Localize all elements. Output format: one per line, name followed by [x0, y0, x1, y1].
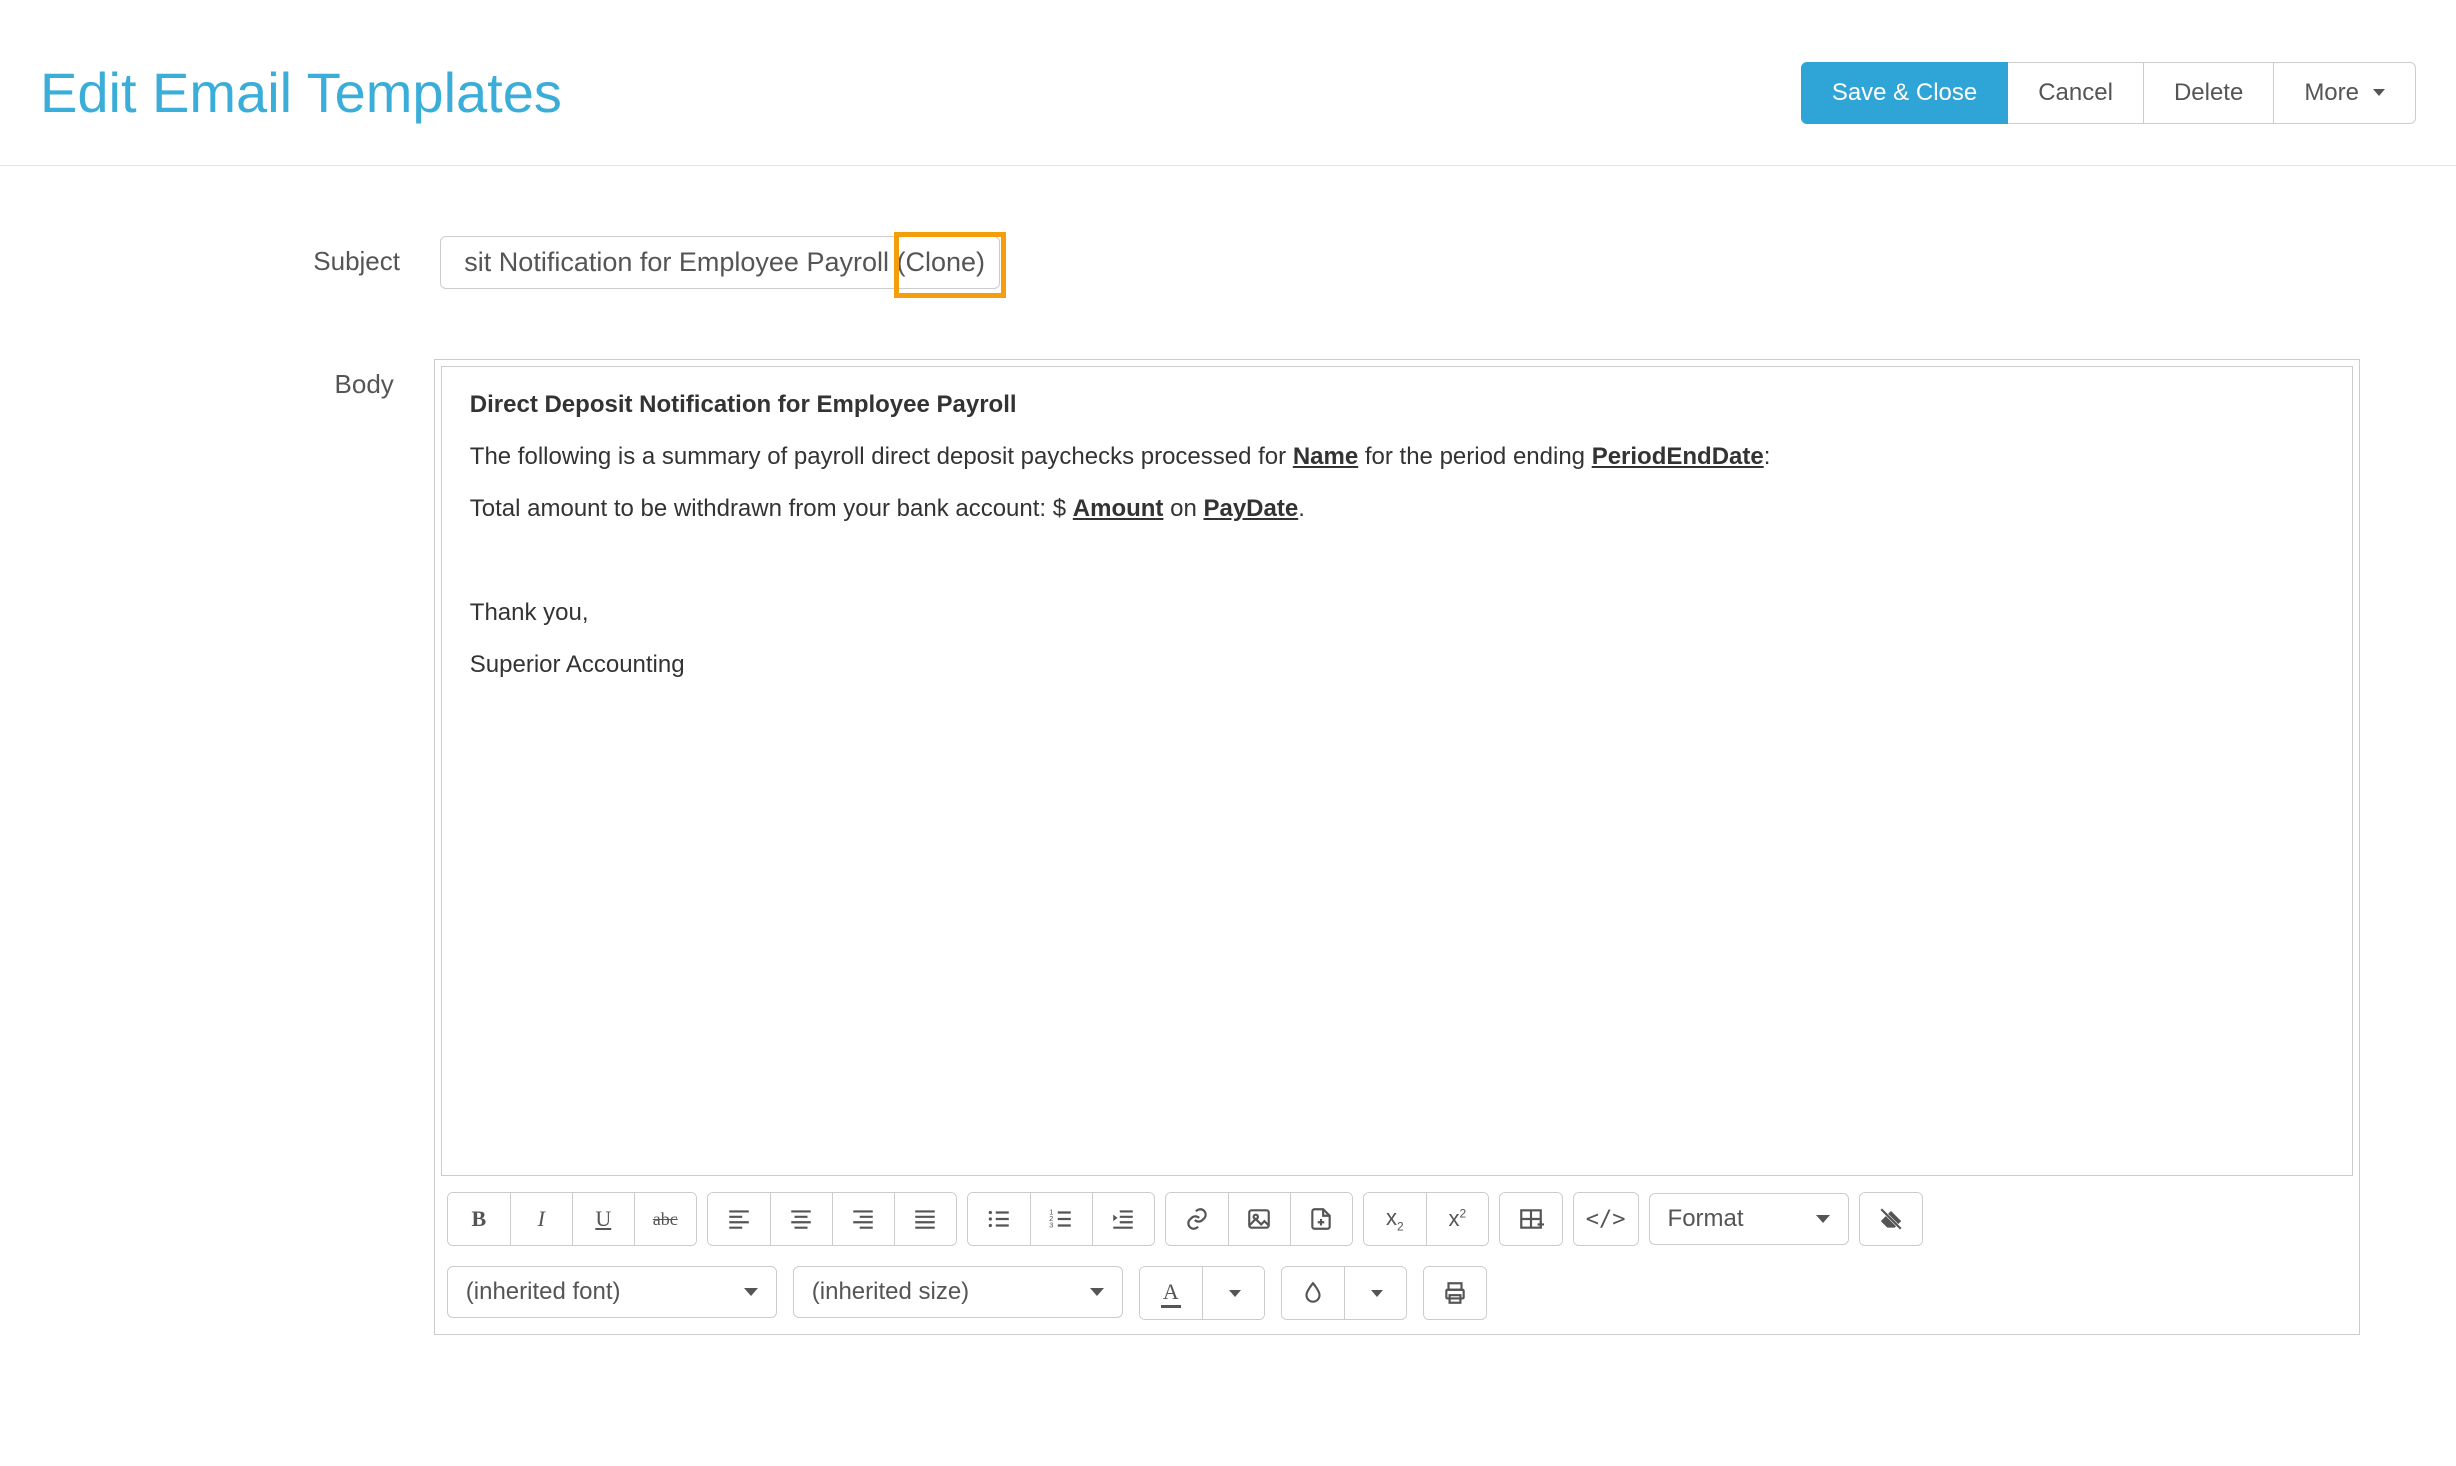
font-family-label: (inherited font)	[466, 1278, 621, 1306]
save-close-button[interactable]: Save & Close	[1801, 62, 2008, 124]
body-line2c: .	[1298, 495, 1305, 522]
cancel-button[interactable]: Cancel	[2008, 62, 2144, 124]
bullet-list-button[interactable]	[968, 1193, 1030, 1245]
body-row: Body Direct Deposit Notification for Emp…	[40, 359, 2360, 1335]
drop-icon	[1300, 1280, 1326, 1306]
align-justify-icon	[912, 1206, 938, 1232]
caret-down-icon	[1090, 1288, 1104, 1296]
token-paydate: PayDate	[1203, 495, 1298, 522]
caret-down-icon	[744, 1288, 758, 1296]
font-color-menu-button[interactable]	[1202, 1267, 1264, 1319]
align-justify-button[interactable]	[894, 1193, 956, 1245]
editor-content[interactable]: Direct Deposit Notification for Employee…	[441, 366, 2353, 1176]
font-color-button[interactable]: A	[1140, 1267, 1202, 1319]
format-select-label: Format	[1668, 1205, 1744, 1233]
print-icon	[1442, 1280, 1468, 1306]
align-left-button[interactable]	[708, 1193, 770, 1245]
script-group: x2 x2	[1363, 1192, 1489, 1246]
body-label: Body	[40, 359, 434, 400]
body-signature: Superior Accounting	[470, 651, 2324, 679]
caret-down-icon	[2373, 89, 2385, 96]
file-button[interactable]	[1290, 1193, 1352, 1245]
token-period-end-date: PeriodEndDate	[1592, 443, 1764, 470]
number-list-icon: 123	[1048, 1206, 1074, 1232]
header-action-group: Save & Close Cancel Delete More	[1801, 62, 2416, 124]
token-amount: Amount	[1073, 495, 1164, 522]
page-title: Edit Email Templates	[40, 60, 562, 125]
align-group	[707, 1192, 957, 1246]
svg-text:3: 3	[1049, 1221, 1053, 1230]
file-icon	[1308, 1206, 1334, 1232]
image-button[interactable]	[1228, 1193, 1290, 1245]
editor-toolbar: B I U abc	[435, 1182, 2359, 1334]
format-select[interactable]: Format	[1649, 1193, 1849, 1245]
align-center-icon	[788, 1206, 814, 1232]
image-icon	[1246, 1206, 1272, 1232]
page-header: Edit Email Templates Save & Close Cancel…	[0, 0, 2456, 166]
list-group: 123	[967, 1192, 1155, 1246]
subscript-button[interactable]: x2	[1364, 1193, 1426, 1245]
text-style-group: B I U abc	[447, 1192, 697, 1246]
font-color-group: A	[1139, 1266, 1265, 1320]
bullet-list-icon	[986, 1206, 1012, 1232]
print-group	[1423, 1266, 1487, 1320]
highlight-color-menu-button[interactable]	[1344, 1267, 1406, 1319]
subject-label: Subject	[40, 236, 440, 277]
indent-icon	[1110, 1206, 1136, 1232]
table-group	[1499, 1192, 1563, 1246]
italic-button[interactable]: I	[510, 1193, 572, 1245]
subject-input-wrap	[440, 236, 1000, 289]
align-right-button[interactable]	[832, 1193, 894, 1245]
table-icon	[1518, 1206, 1544, 1232]
highlight-color-group	[1281, 1266, 1407, 1320]
token-name: Name	[1293, 443, 1358, 470]
link-button[interactable]	[1166, 1193, 1228, 1245]
body-line1c: :	[1764, 443, 1771, 470]
caret-down-icon	[1816, 1215, 1830, 1223]
code-view-button[interactable]: </>	[1574, 1193, 1638, 1245]
body-thanks: Thank you,	[470, 599, 2324, 627]
link-icon	[1184, 1206, 1210, 1232]
delete-button[interactable]: Delete	[2144, 62, 2274, 124]
strikethrough-button[interactable]: abc	[634, 1193, 696, 1245]
align-right-icon	[850, 1206, 876, 1232]
subject-row: Subject	[40, 236, 2360, 289]
underline-button[interactable]: U	[572, 1193, 634, 1245]
clear-group	[1859, 1192, 1923, 1246]
print-button[interactable]	[1424, 1267, 1486, 1319]
body-line1b: for the period ending	[1358, 443, 1592, 470]
more-button[interactable]: More	[2274, 62, 2416, 124]
subject-input[interactable]	[440, 236, 1000, 289]
font-size-label: (inherited size)	[812, 1278, 969, 1306]
code-group: </>	[1573, 1192, 1639, 1246]
superscript-button[interactable]: x2	[1426, 1193, 1488, 1245]
insert-group	[1165, 1192, 1353, 1246]
clear-formatting-button[interactable]	[1860, 1193, 1922, 1245]
indent-button[interactable]	[1092, 1193, 1154, 1245]
table-button[interactable]	[1500, 1193, 1562, 1245]
body-line1a: The following is a summary of payroll di…	[470, 443, 1293, 470]
align-center-button[interactable]	[770, 1193, 832, 1245]
body-heading: Direct Deposit Notification for Employee…	[470, 391, 1017, 418]
body-line2a: Total amount to be withdrawn from your b…	[470, 495, 1073, 522]
bold-button[interactable]: B	[448, 1193, 510, 1245]
align-left-icon	[726, 1206, 752, 1232]
font-size-select[interactable]: (inherited size)	[793, 1266, 1123, 1318]
form-area: Subject Body Direct Deposit Notification…	[0, 166, 2400, 1445]
font-family-select[interactable]: (inherited font)	[447, 1266, 777, 1318]
editor-toolbar-row2: (inherited font) (inherited size) A	[447, 1266, 2347, 1320]
more-button-label: More	[2304, 79, 2359, 107]
clear-format-icon	[1878, 1206, 1904, 1232]
body-line2b: on	[1163, 495, 1203, 522]
number-list-button[interactable]: 123	[1030, 1193, 1092, 1245]
highlight-color-button[interactable]	[1282, 1267, 1344, 1319]
rich-text-editor: Direct Deposit Notification for Employee…	[434, 359, 2360, 1335]
